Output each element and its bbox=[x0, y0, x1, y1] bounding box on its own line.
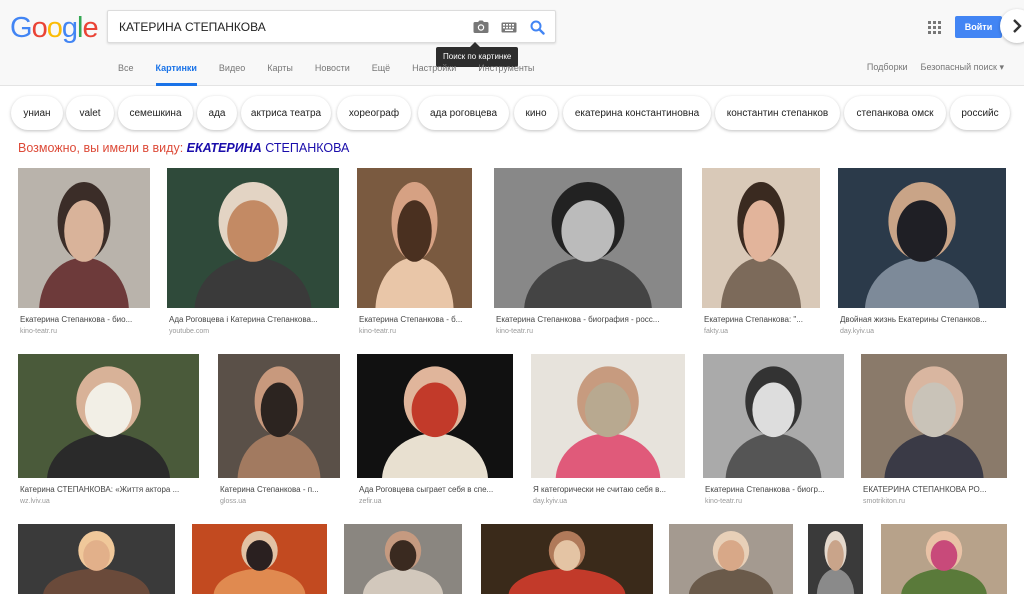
chip-2[interactable]: семешкина bbox=[118, 96, 193, 130]
result-title[interactable]: Екатерина Степанкова: "... bbox=[704, 315, 822, 324]
result-title[interactable]: Я категорически не считаю себя в... bbox=[533, 485, 687, 494]
result-domain: zefir.ua bbox=[359, 498, 382, 505]
tab-5[interactable]: Ещё bbox=[372, 62, 390, 86]
chip-1[interactable]: valet bbox=[66, 96, 114, 130]
logo-letter: o bbox=[46, 12, 63, 44]
result-thumbnail[interactable] bbox=[808, 524, 863, 594]
result-domain: gloss.ua bbox=[220, 498, 247, 505]
result-domain: kino-teatr.ru bbox=[359, 328, 396, 335]
result-domain: day.kyiv.ua bbox=[840, 328, 874, 335]
result-thumbnail[interactable] bbox=[838, 168, 1006, 308]
tab-6[interactable]: Настройки bbox=[412, 62, 456, 86]
result-thumbnail[interactable] bbox=[357, 168, 472, 308]
result-domain: kino-teatr.ru bbox=[20, 328, 57, 335]
result-thumbnail[interactable] bbox=[192, 524, 327, 594]
result-thumbnail[interactable] bbox=[861, 354, 1007, 478]
tab-7[interactable]: Инструменты bbox=[478, 62, 534, 86]
result-title[interactable]: Двойная жизнь Екатерины Степанков... bbox=[840, 315, 1008, 324]
result-domain: youtube.com bbox=[169, 328, 210, 335]
google-logo[interactable]: Google bbox=[10, 12, 99, 44]
tab-4[interactable]: Новости bbox=[315, 62, 350, 86]
chip-11[interactable]: российс bbox=[950, 96, 1010, 130]
result-domain: kino-teatr.ru bbox=[496, 328, 533, 335]
tab-1[interactable]: Картинки bbox=[155, 62, 197, 86]
did-you-mean-suggestion[interactable]: ЕКАТЕРИНА СТЕПАНКОВА bbox=[187, 141, 350, 155]
result-domain: wz.lviv.ua bbox=[20, 498, 50, 505]
login-button[interactable]: Войти bbox=[955, 16, 1002, 38]
result-thumbnail[interactable] bbox=[18, 168, 150, 308]
result-thumbnail[interactable] bbox=[481, 524, 653, 594]
logo-letter: o bbox=[31, 12, 48, 44]
result-title[interactable]: Екатерина Степанкова - био... bbox=[20, 315, 152, 324]
chip-0[interactable]: униан bbox=[11, 96, 63, 130]
result-domain: smotrikiton.ru bbox=[863, 498, 906, 505]
result-thumbnail[interactable] bbox=[218, 354, 340, 478]
result-domain: kino-teatr.ru bbox=[705, 498, 742, 505]
result-title[interactable]: Ада Роговцева сыграет себя в спе... bbox=[359, 485, 515, 494]
chip-7[interactable]: кино bbox=[514, 96, 558, 130]
did-you-mean: Возможно, вы имели в виду: ЕКАТЕРИНА СТЕ… bbox=[18, 141, 349, 155]
collections-link[interactable]: Подборки bbox=[867, 62, 908, 73]
header-bar: Google КАТЕРИНА СТЕПАНКОВА Поиск по карт… bbox=[0, 0, 1024, 86]
chip-6[interactable]: ада роговцева bbox=[418, 96, 509, 130]
tab-3[interactable]: Карты bbox=[267, 62, 293, 86]
result-domain: day.kyiv.ua bbox=[533, 498, 567, 505]
result-thumbnail[interactable] bbox=[531, 354, 685, 478]
result-title[interactable]: Екатерина Степанкова - биография - росс.… bbox=[496, 315, 684, 324]
chip-4[interactable]: актриса театра bbox=[241, 96, 331, 130]
result-title[interactable]: ЕКАТЕРИНА СТЕПАНКОВА РО... bbox=[863, 485, 1009, 494]
result-thumbnail[interactable] bbox=[702, 168, 820, 308]
chip-3[interactable]: ада bbox=[197, 96, 237, 130]
result-title[interactable]: Катерина Степанкова - п... bbox=[220, 485, 342, 494]
result-title[interactable]: Ада Роговцева і Катерина Степанкова... bbox=[169, 315, 341, 324]
did-you-mean-prefix: Возможно, вы имели в виду: bbox=[18, 141, 184, 155]
search-box[interactable] bbox=[107, 10, 556, 43]
related-chips: униан valet семешкина ада актриса театра хоре… bbox=[0, 87, 1024, 139]
tab-0[interactable]: Все bbox=[118, 62, 134, 86]
chip-9[interactable]: константин степанков bbox=[715, 96, 840, 130]
search-input[interactable] bbox=[108, 11, 458, 42]
result-thumbnail[interactable] bbox=[881, 524, 1007, 594]
result-thumbnail[interactable] bbox=[357, 354, 513, 478]
suggestion-bold: ЕКАТЕРИНА bbox=[186, 141, 262, 155]
result-thumbnail[interactable] bbox=[18, 354, 199, 478]
result-thumbnail[interactable] bbox=[669, 524, 793, 594]
chip-8[interactable]: екатерина константиновна bbox=[563, 96, 711, 130]
result-thumbnail[interactable] bbox=[344, 524, 462, 594]
search-tabs: Все Картинки Видео Карты Новости Ещё Настройки… bbox=[118, 62, 556, 86]
result-title[interactable]: Катерина СТЕПАНКОВА: «Життя актора ... bbox=[20, 485, 201, 494]
chip-10[interactable]: степанкова омск bbox=[844, 96, 946, 130]
suggestion-rest: СТЕПАНКОВА bbox=[265, 141, 350, 155]
result-thumbnail[interactable] bbox=[703, 354, 844, 478]
logo-letter: e bbox=[82, 12, 98, 44]
keyboard-icon[interactable] bbox=[499, 17, 519, 37]
apps-grid-icon[interactable] bbox=[928, 21, 941, 34]
logo-letter: G bbox=[10, 12, 33, 44]
search-icon[interactable] bbox=[527, 17, 547, 37]
result-thumbnail[interactable] bbox=[167, 168, 339, 308]
result-thumbnail[interactable] bbox=[18, 524, 175, 594]
camera-icon[interactable] bbox=[471, 17, 491, 37]
result-thumbnail[interactable] bbox=[494, 168, 682, 308]
logo-letter: g bbox=[61, 12, 78, 44]
chip-5[interactable]: хореограф bbox=[337, 96, 411, 130]
safe-search-dropdown[interactable]: Безопасный поиск ▾ bbox=[921, 62, 1004, 73]
tab-2[interactable]: Видео bbox=[219, 62, 245, 86]
result-title[interactable]: Екатерина Степанкова - б... bbox=[359, 315, 474, 324]
result-title[interactable]: Екатерина Степанкова - биогр... bbox=[705, 485, 846, 494]
right-tools: Подборки Безопасный поиск ▾ bbox=[867, 62, 1004, 73]
result-domain: fakty.ua bbox=[704, 328, 728, 335]
